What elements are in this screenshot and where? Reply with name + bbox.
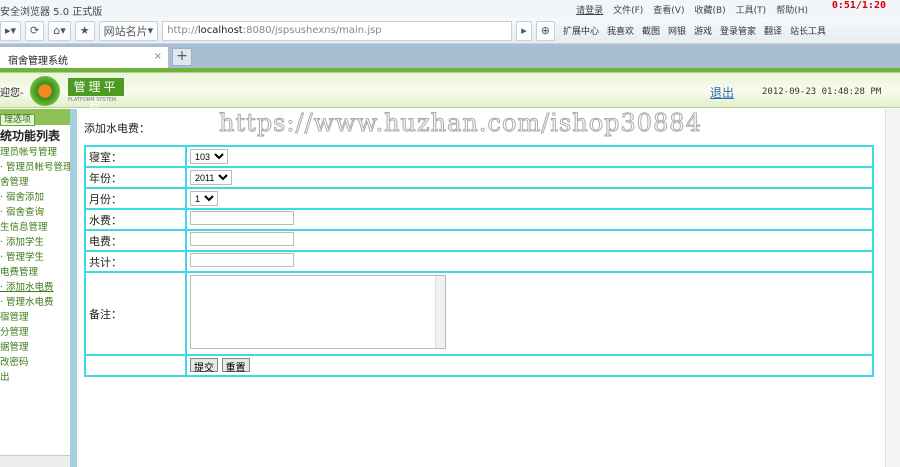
datetime: 2012-09-23 01:48:28 PM: [762, 87, 882, 97]
star-icon[interactable]: ★: [74, 20, 95, 41]
reset-button[interactable]: 重置: [221, 357, 250, 374]
sidebar-item[interactable]: 改密码: [0, 355, 70, 370]
ext-login-manager[interactable]: 登录管家: [720, 24, 756, 37]
site-card-label: 网站名片: [103, 24, 148, 38]
electric-fee-input[interactable]: [190, 232, 294, 246]
sidebar-title: 统功能列表: [0, 129, 61, 143]
month-label: 月份：: [84, 187, 187, 210]
sidebar-item[interactable]: 分管理: [0, 325, 70, 340]
remark-textarea[interactable]: [190, 275, 446, 349]
address-bar[interactable]: http://localhost:8080/jspsushexns/main.j…: [162, 20, 513, 41]
logo-icon: [30, 76, 60, 106]
watermark: https://www.huzhan.com/ishop30884: [219, 109, 702, 138]
sidebar-item[interactable]: 生信息管理: [0, 220, 70, 235]
menu-file[interactable]: 文件(F): [613, 3, 643, 16]
logo-title: 管理平台: [68, 78, 124, 111]
sidebar-item[interactable]: · 管理水电费: [0, 295, 70, 310]
utility-fee-form: 寝室： 103 年份： 2011 月份： 1 水费： 电费： 共计： 备注： 提…: [84, 145, 874, 377]
water-label: 水费：: [84, 208, 187, 231]
remark-label: 备注：: [84, 271, 187, 356]
sidebar-item[interactable]: 电费管理: [0, 265, 70, 280]
logo-subtitle: PLATFORM SYSTEM: [68, 97, 117, 103]
year-select[interactable]: 2011: [190, 170, 232, 185]
browser-titlebar: 安全浏览器 5.0 正式版 请登录 文件(F) 查看(V) 收藏(B) 工具(T…: [0, 0, 900, 18]
tab-label: 宿舍管理系统: [8, 56, 68, 67]
ext-translate[interactable]: 翻译: [764, 24, 782, 37]
sidebar-item[interactable]: · 添加水电费: [0, 280, 70, 295]
total-input[interactable]: [190, 253, 294, 267]
login-link[interactable]: 请登录: [576, 3, 603, 16]
go-button[interactable]: ▸: [516, 20, 532, 41]
forward-button[interactable]: ▸▾: [0, 20, 22, 41]
sidebar-divider: [70, 109, 77, 467]
menu-help[interactable]: 帮助(H): [776, 3, 808, 16]
site-card-button[interactable]: 网站名片 ▾: [98, 20, 159, 41]
logout-link[interactable]: 退出: [710, 84, 734, 101]
page-title: 添加水电费：: [84, 122, 150, 135]
sidebar-item[interactable]: · 管理员帐号管理: [0, 160, 70, 175]
sidebar-item[interactable]: 舍管理: [0, 175, 70, 190]
welcome-text: 迎您-: [0, 88, 24, 99]
close-icon[interactable]: ×: [154, 51, 162, 62]
horizontal-scrollbar[interactable]: [0, 455, 70, 467]
sidebar-item[interactable]: 据管理: [0, 340, 70, 355]
total-label: 共计：: [84, 250, 187, 273]
main-content: 添加水电费： https://www.huzhan.com/ishop30884…: [77, 109, 885, 467]
sidebar-item[interactable]: · 宿舍添加: [0, 190, 70, 205]
tab-bar: 宿舍管理系统 × +: [0, 44, 900, 68]
sidebar-item[interactable]: 理员帐号管理: [0, 145, 70, 160]
browser-toolbar: ▸▾ ⟳ ⌂▾ ★ 网站名片 ▾ http://localhost:8080/js…: [0, 18, 900, 44]
video-clock: 0:51/1:20: [831, 0, 886, 11]
sidebar-item[interactable]: · 添加学生: [0, 235, 70, 250]
menu-tools[interactable]: 工具(T): [736, 3, 767, 16]
electric-label: 电费：: [84, 229, 187, 252]
sidebar-tab[interactable]: 理选项: [0, 114, 36, 126]
ext-bank[interactable]: 网银: [668, 24, 686, 37]
sidebar-item[interactable]: · 宿舍查询: [0, 205, 70, 220]
dorm-label: 寝室：: [84, 145, 187, 168]
browser-title: 安全浏览器 5.0 正式版: [0, 7, 103, 18]
url-prefix: http://: [167, 25, 198, 36]
menu-view[interactable]: 查看(V): [653, 3, 684, 16]
ext-screenshot[interactable]: 截图: [642, 24, 660, 37]
water-fee-input[interactable]: [190, 211, 294, 225]
submit-button[interactable]: 提交: [190, 357, 218, 374]
ext-extensions[interactable]: 扩展中心: [563, 24, 599, 37]
new-tab-button[interactable]: +: [172, 48, 192, 66]
sidebar-item[interactable]: 宿管理: [0, 310, 70, 325]
year-label: 年份：: [84, 166, 187, 189]
sidebar-item[interactable]: 出: [0, 370, 70, 385]
refresh-icon[interactable]: ⟳: [25, 20, 45, 41]
menu-favorites[interactable]: 收藏(B): [694, 3, 725, 16]
url-host: localhost: [197, 25, 243, 36]
vertical-scrollbar[interactable]: [885, 109, 900, 467]
home-icon[interactable]: ⌂▾: [48, 20, 71, 41]
dorm-select[interactable]: 103: [190, 149, 228, 164]
ext-games[interactable]: 游戏: [694, 24, 712, 37]
sidebar-item[interactable]: · 管理学生: [0, 250, 70, 265]
tab-dorm-system[interactable]: 宿舍管理系统 ×: [0, 47, 168, 68]
url-rest: :8080/jspsushexns/main.jsp: [242, 25, 382, 36]
shield-icon[interactable]: ⊕: [535, 20, 555, 41]
month-select[interactable]: 1: [190, 191, 218, 206]
ext-like[interactable]: 我喜欢: [607, 24, 634, 37]
sidebar: 理选项 统功能列表 理员帐号管理 · 管理员帐号管理 舍管理 · 宿舍添加 · 宿舍查询…: [0, 109, 70, 467]
app-header: 迎您- 管理平台 PLATFORM SYSTEM 退出 2012-09-23 0…: [0, 68, 900, 111]
ext-webmaster[interactable]: 站长工具: [790, 24, 826, 37]
